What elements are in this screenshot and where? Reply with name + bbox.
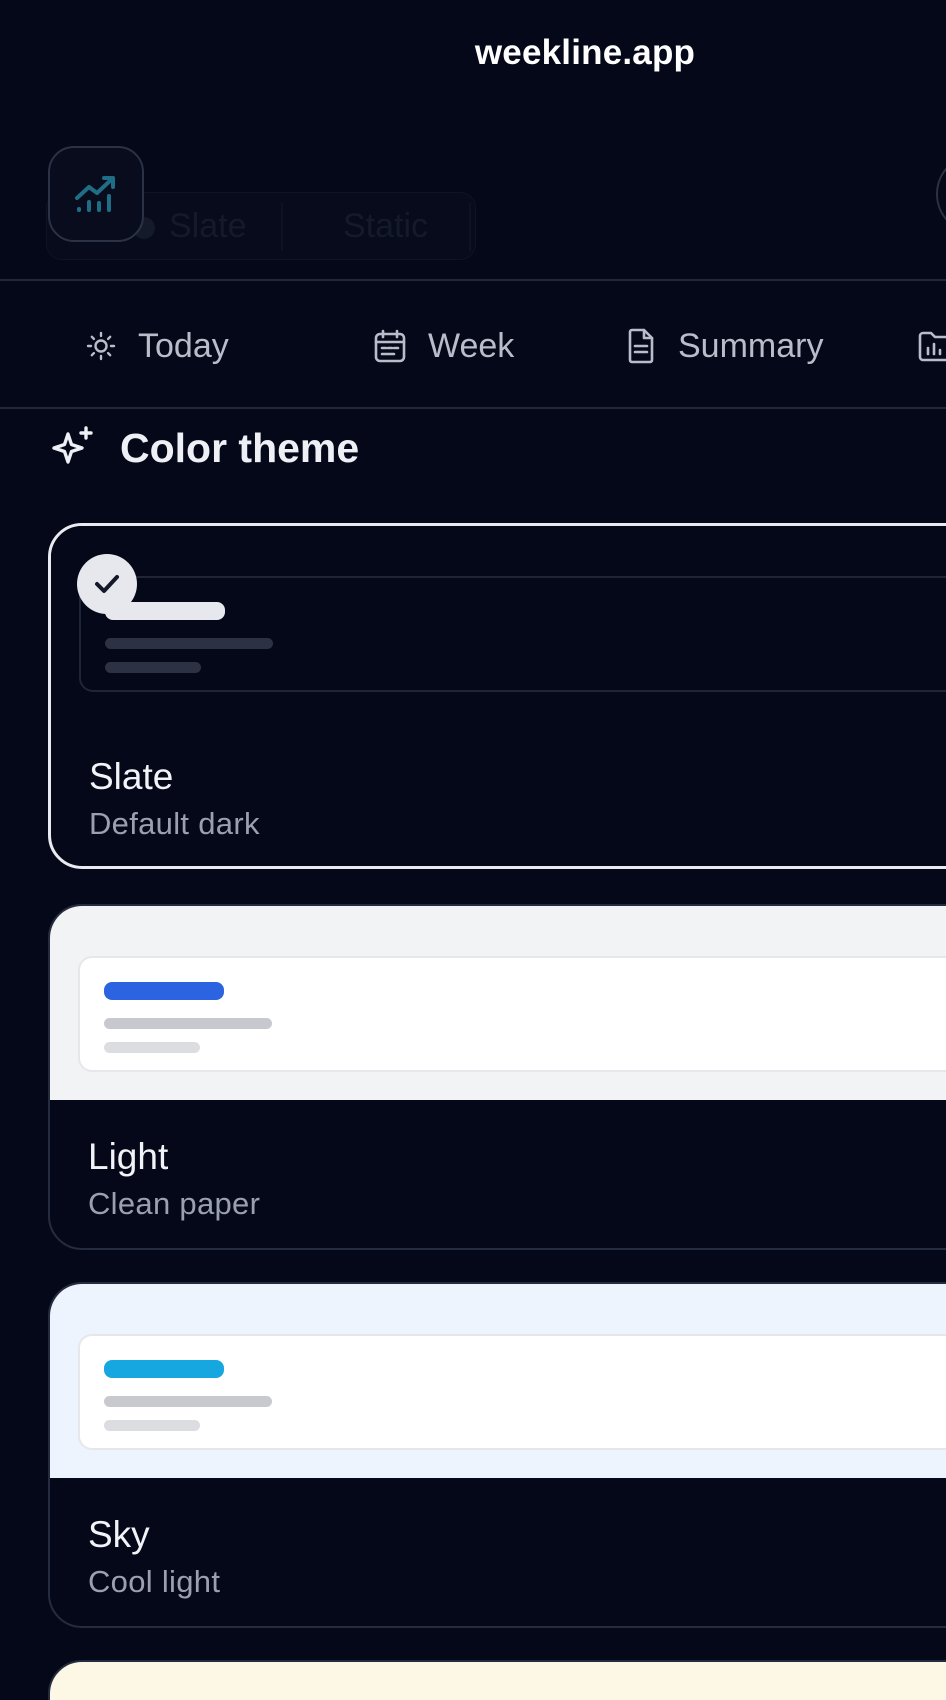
preview-line (104, 1396, 272, 1407)
tab-week[interactable]: Week (374, 283, 514, 409)
chip-divider (281, 203, 283, 251)
theme-name: Sky (88, 1514, 150, 1555)
sun-icon (86, 331, 116, 361)
theme-name: Light (88, 1136, 169, 1177)
url-text: weekline.app (474, 33, 696, 72)
folder-chart-icon (918, 331, 946, 362)
theme-preview (51, 526, 946, 720)
app-header: Slate Static (0, 110, 946, 281)
theme-card-sky[interactable]: Sky Cool light (48, 1282, 946, 1628)
browser-url-bar[interactable]: weekline.app (0, 0, 946, 110)
theme-name: Slate (89, 756, 174, 797)
tab-label: Summary (678, 326, 824, 365)
preview-line (104, 1042, 200, 1053)
chip-divider (469, 203, 471, 251)
calendar-icon (374, 329, 406, 363)
theme-chip-label: Slate (169, 207, 247, 245)
theme-description: Clean paper (88, 1186, 261, 1221)
logo-button[interactable] (48, 146, 144, 242)
preview-line (104, 1018, 272, 1029)
tab-label: Today (138, 326, 229, 365)
preview-surface (78, 956, 946, 1072)
theme-card-light[interactable]: Light Clean paper (48, 904, 946, 1250)
preview-surface (78, 1334, 946, 1450)
preview-title-bar (104, 982, 224, 1000)
tab-reports[interactable] (918, 283, 946, 409)
theme-preview (50, 1284, 946, 1478)
theme-card-next[interactable] (48, 1660, 946, 1700)
tab-summary[interactable]: Summary (626, 283, 823, 409)
tab-label: Week (428, 326, 515, 365)
tab-bar: Today Week Summary (0, 283, 946, 409)
theme-description: Default dark (89, 806, 260, 841)
preview-line (105, 662, 201, 673)
profile-button[interactable] (936, 154, 946, 234)
preview-title-bar (104, 1360, 224, 1378)
theme-preview (50, 906, 946, 1100)
theme-description: Cool light (88, 1564, 221, 1599)
tab-today[interactable]: Today (86, 283, 229, 409)
theme-card-slate[interactable]: Slate Default dark (48, 523, 946, 869)
sparkles-icon (52, 426, 93, 464)
preview-line (105, 638, 273, 649)
mode-chip-label: Static (343, 207, 429, 245)
document-icon (628, 328, 654, 364)
trending-chart-icon (75, 176, 115, 212)
section-title: Color theme (120, 424, 360, 471)
preview-surface (79, 576, 946, 692)
preview-line (104, 1420, 200, 1431)
app-page: weekline.app Slate Static Today Week Sum… (0, 0, 946, 1700)
selected-check-icon (77, 554, 137, 614)
section-heading: Color theme (48, 420, 359, 476)
